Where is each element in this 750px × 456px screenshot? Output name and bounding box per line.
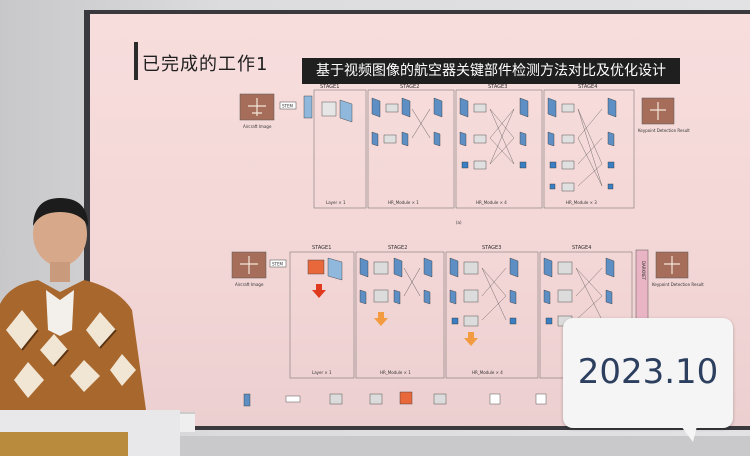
lectern-nameplate xyxy=(0,432,128,456)
date-text: 2023.10 xyxy=(577,352,719,392)
date-speech-bubble: 2023.10 xyxy=(563,318,733,442)
desk-edge xyxy=(180,436,750,456)
